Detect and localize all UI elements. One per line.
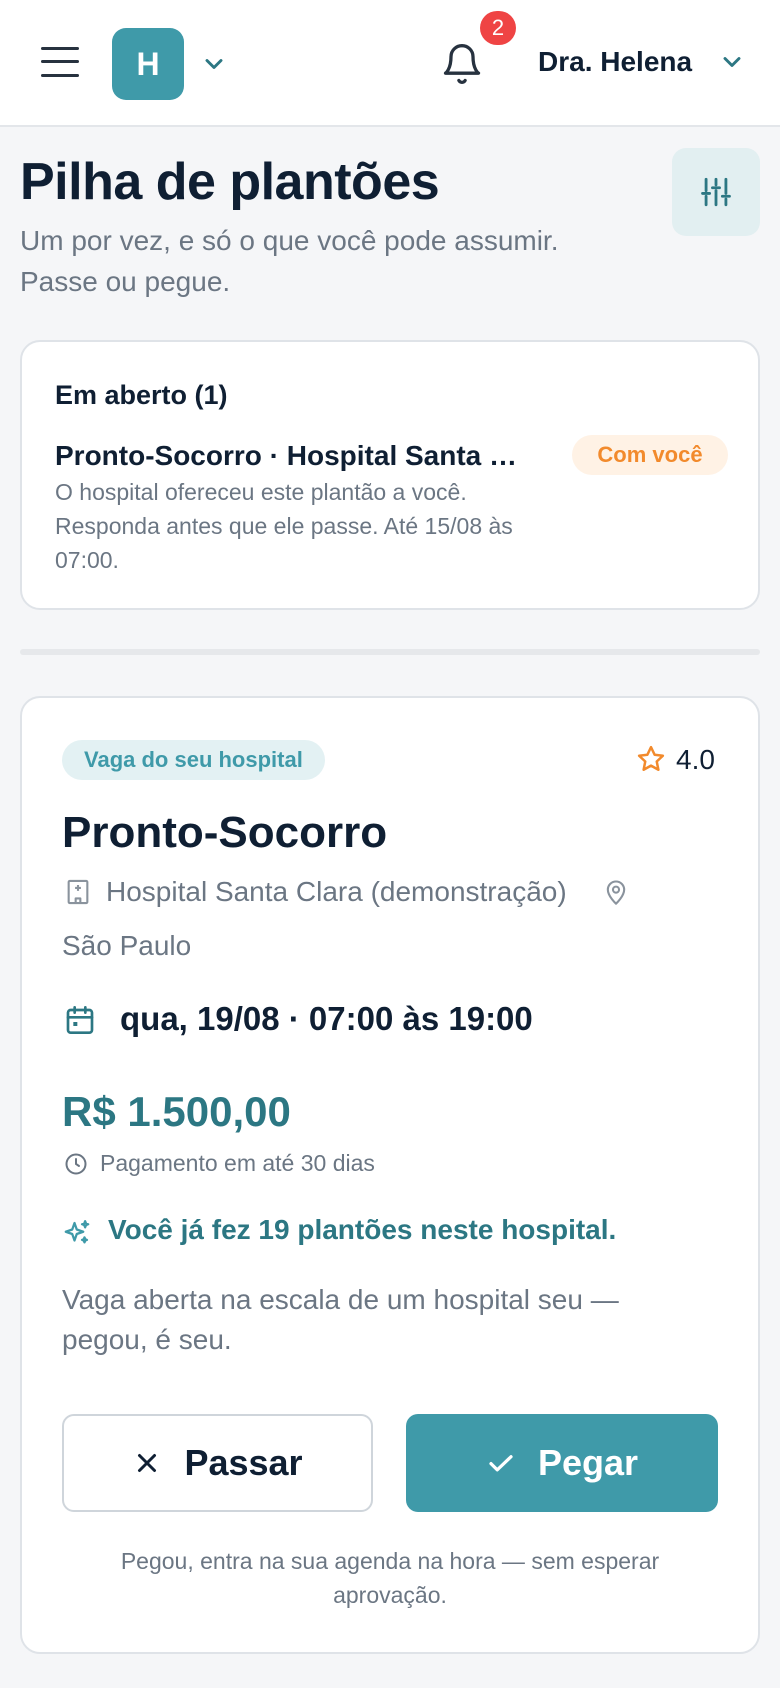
page-title: Pilha de plantões bbox=[20, 153, 440, 211]
pass-button-label: Passar bbox=[184, 1442, 303, 1483]
shift-title: Pronto-Socorro bbox=[62, 808, 388, 857]
open-offer-description: O hospital ofereceu este plantão a você.… bbox=[55, 479, 513, 573]
map-pin-icon[interactable] bbox=[602, 878, 630, 906]
sliders-icon bbox=[701, 177, 731, 207]
hospital-rating: 4.0 bbox=[636, 742, 736, 778]
hamburger-menu-icon[interactable] bbox=[41, 47, 79, 77]
page-subtitle: Um por vez, e só o que você pode assumir… bbox=[20, 225, 559, 297]
user-name: Dra. Helena bbox=[538, 46, 693, 77]
rating-value: 4.0 bbox=[676, 744, 715, 775]
shift-datetime: qua, 19/08 · 07:00 às 19:00 bbox=[120, 1000, 533, 1037]
bell-icon bbox=[443, 44, 481, 84]
notification-count-badge: 2 bbox=[480, 11, 516, 45]
payment-terms: Pagamento em até 30 dias bbox=[100, 1150, 375, 1176]
check-icon bbox=[489, 1455, 513, 1472]
star-icon bbox=[637, 745, 665, 771]
clock-icon bbox=[65, 1153, 87, 1175]
section-divider bbox=[20, 649, 760, 655]
shift-tag-badge: Vaga do seu hospital bbox=[62, 740, 325, 780]
calendar-icon bbox=[66, 1006, 94, 1034]
sparkles-icon bbox=[64, 1220, 90, 1244]
open-offers-card: Em aberto (1) Pronto-Socorro · Hospital … bbox=[20, 340, 760, 610]
hospital-city: São Paulo bbox=[62, 930, 192, 961]
organization-switcher[interactable]: H bbox=[112, 28, 232, 100]
status-badge: Com você bbox=[572, 435, 728, 475]
open-offer-title[interactable]: Pronto-Socorro · Hospital Santa Clara (d… bbox=[55, 440, 535, 472]
notifications-button[interactable] bbox=[440, 40, 484, 88]
shift-price: R$ 1.500,00 bbox=[62, 1088, 291, 1135]
user-menu[interactable]: Dra. Helena bbox=[536, 40, 746, 86]
x-icon bbox=[138, 1454, 157, 1472]
hospital-name: Hospital Santa Clara (demonstração) bbox=[106, 876, 567, 907]
top-header: H 2 Dra. Helena bbox=[0, 0, 780, 127]
take-button-label: Pegar bbox=[537, 1442, 639, 1483]
open-offers-heading: Em aberto (1) bbox=[55, 380, 228, 410]
shift-note: Vaga aberta na escala de um hospital seu… bbox=[62, 1284, 619, 1355]
filters-button[interactable] bbox=[672, 148, 760, 236]
chevron-down-icon bbox=[723, 57, 741, 67]
pass-button[interactable]: Passar bbox=[62, 1414, 373, 1512]
hospital-history: Você já fez 19 plantões neste hospital. bbox=[108, 1214, 617, 1245]
take-footnote: Pegou, entra na sua agenda na hora — sem… bbox=[120, 1548, 660, 1608]
chevron-down-icon bbox=[205, 59, 223, 69]
shift-card: Vaga do seu hospital 4.0 Pronto-Socorro … bbox=[20, 696, 760, 1654]
take-button[interactable]: Pegar bbox=[406, 1414, 718, 1512]
building-icon bbox=[67, 879, 89, 905]
organization-avatar: H bbox=[112, 28, 184, 100]
